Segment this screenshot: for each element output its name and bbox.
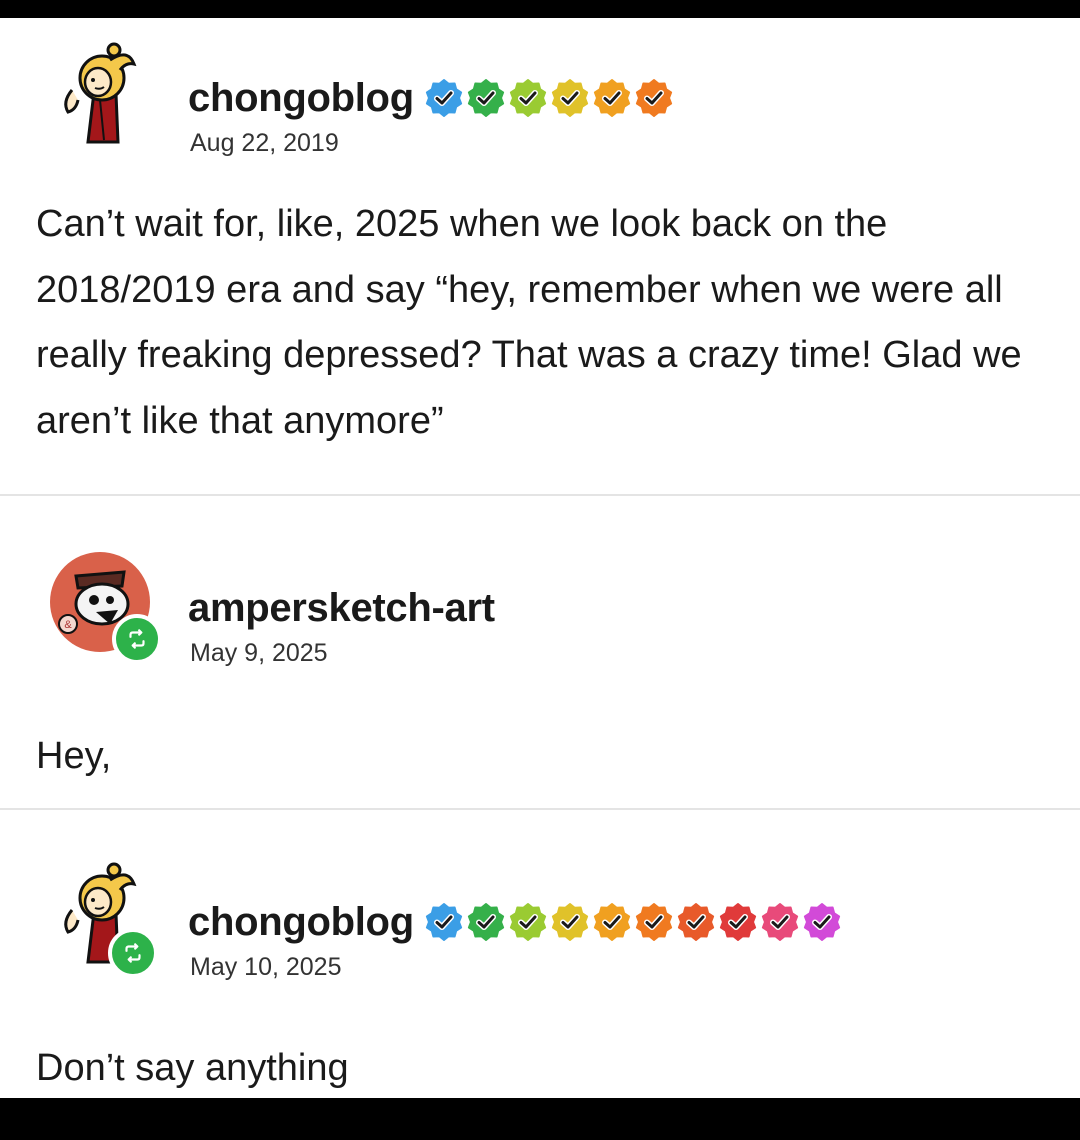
check-badge-icon: [635, 79, 672, 117]
check-badge-icon: [677, 903, 714, 941]
post-date[interactable]: Aug 22, 2019: [190, 128, 339, 158]
post-reblog: chongoblog May 10, 2025 Don’t say anythi…: [0, 810, 1080, 1098]
post-date[interactable]: May 10, 2025: [190, 952, 342, 982]
reblog-thread: chongoblog Aug 22, 2019 Can’t wait for, …: [0, 18, 1080, 1098]
verified-badges: [424, 902, 844, 942]
username[interactable]: chongoblog: [188, 74, 414, 122]
check-badge-icon: [593, 79, 630, 117]
check-badge-icon: [467, 903, 504, 941]
post-header: chongoblog: [188, 898, 844, 946]
check-badge-icon: [425, 903, 462, 941]
reblog-icon: [108, 928, 158, 978]
check-badge-icon: [509, 79, 546, 117]
post-original: chongoblog Aug 22, 2019 Can’t wait for, …: [0, 18, 1080, 494]
check-badge-icon: [635, 903, 672, 941]
post-header: chongoblog: [188, 74, 676, 122]
svg-text:&: &: [64, 619, 72, 631]
reblog-icon: [112, 614, 162, 664]
avatar-chongoblog[interactable]: [48, 862, 158, 978]
cartoon-character-avatar-icon: [64, 42, 137, 144]
check-badge-icon: [509, 903, 546, 941]
check-badge-icon: [761, 903, 798, 941]
check-badge-icon: [551, 903, 588, 941]
check-badge-icon: [551, 79, 588, 117]
check-badge-icon: [803, 903, 840, 941]
check-badge-icon: [467, 79, 504, 117]
username[interactable]: chongoblog: [188, 898, 414, 946]
post-body: Hey,: [36, 735, 112, 777]
post-body: Can’t wait for, like, 2025 when we look …: [36, 203, 1022, 442]
check-badge-icon: [593, 903, 630, 941]
post-date[interactable]: May 9, 2025: [190, 638, 328, 668]
avatar-chongoblog[interactable]: [48, 42, 152, 146]
check-badge-icon: [425, 79, 462, 117]
avatar-ampersketch-art[interactable]: &: [48, 550, 162, 664]
post-reblog: & ampersketch-art May 9, 2025 Hey,: [0, 496, 1080, 808]
post-body: Don’t say anything: [36, 1047, 349, 1089]
username[interactable]: ampersketch-art: [188, 584, 495, 632]
check-badge-icon: [719, 903, 756, 941]
verified-badges: [424, 78, 676, 118]
post-header: ampersketch-art: [188, 584, 495, 632]
